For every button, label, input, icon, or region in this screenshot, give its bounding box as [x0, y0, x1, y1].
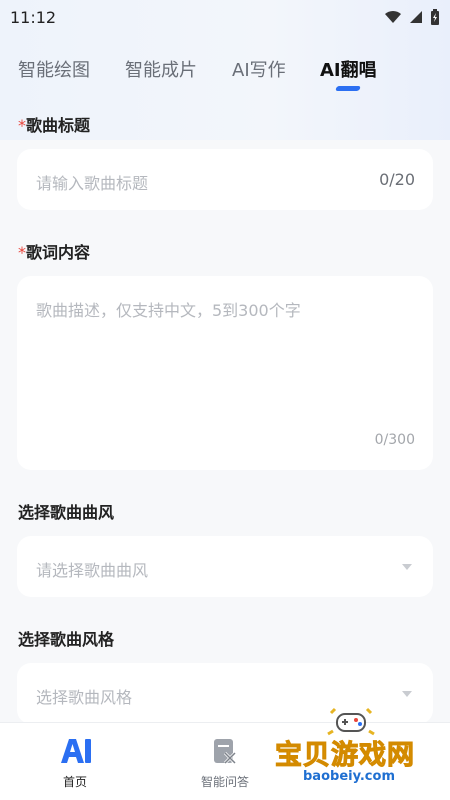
- required-mark: *: [18, 116, 26, 135]
- nav-smart-qa-label: 智能问答: [200, 775, 249, 789]
- watermark: 宝贝游戏网 baobeiy.com: [275, 705, 445, 795]
- genre-placeholder: 请选择歌曲曲风: [36, 561, 149, 580]
- wifi-icon: [385, 10, 401, 23]
- chevron-down-icon: [402, 691, 412, 697]
- lyrics-label: *歌词内容: [18, 239, 90, 263]
- style-label: 选择歌曲风格: [18, 630, 115, 649]
- ai-home-icon: [61, 739, 91, 763]
- nav-home-label: 首页: [62, 775, 87, 789]
- tab-smart-video[interactable]: 智能成片: [125, 56, 197, 82]
- required-mark: *: [18, 243, 26, 262]
- tab-smart-drawing[interactable]: 智能绘图: [18, 56, 90, 82]
- genre-label: 选择歌曲曲风: [18, 503, 115, 522]
- song-title-input[interactable]: 请输入歌曲标题 0/20: [17, 149, 433, 210]
- song-title-label: *歌曲标题: [18, 112, 90, 136]
- chevron-down-icon: [402, 564, 412, 570]
- lyrics-label-text: 歌词内容: [26, 243, 91, 262]
- qa-doc-icon: [214, 739, 237, 765]
- watermark-url: baobeiy.com: [303, 769, 395, 784]
- song-title-placeholder: 请输入歌曲标题: [36, 174, 149, 193]
- battery-icon: [431, 9, 439, 25]
- nav-smart-qa[interactable]: 智能问答: [165, 723, 285, 800]
- genre-select[interactable]: 请选择歌曲曲风: [17, 536, 433, 597]
- top-tabs: 智能绘图 智能成片 AI写作 AI翻唱: [0, 50, 450, 94]
- status-bar: 11:12: [0, 0, 450, 34]
- tab-ai-writing[interactable]: AI写作: [232, 56, 286, 82]
- status-time: 11:12: [10, 7, 57, 27]
- status-icons: [384, 9, 440, 25]
- lyrics-counter: 0/300: [374, 432, 415, 448]
- lyrics-textarea[interactable]: 歌曲描述，仅支持中文，5到300个字 0/300: [17, 276, 433, 470]
- active-tab-indicator: [335, 86, 361, 91]
- song-title-label-text: 歌曲标题: [26, 116, 91, 135]
- song-title-counter: 0/20: [379, 170, 415, 189]
- tab-ai-cover-song[interactable]: AI翻唱: [320, 56, 377, 82]
- style-placeholder: 选择歌曲风格: [36, 688, 133, 707]
- watermark-title: 宝贝游戏网: [275, 740, 415, 772]
- nav-home[interactable]: 首页: [15, 723, 135, 800]
- signal-icon: [410, 11, 422, 23]
- lyrics-placeholder: 歌曲描述，仅支持中文，5到300个字: [36, 301, 301, 320]
